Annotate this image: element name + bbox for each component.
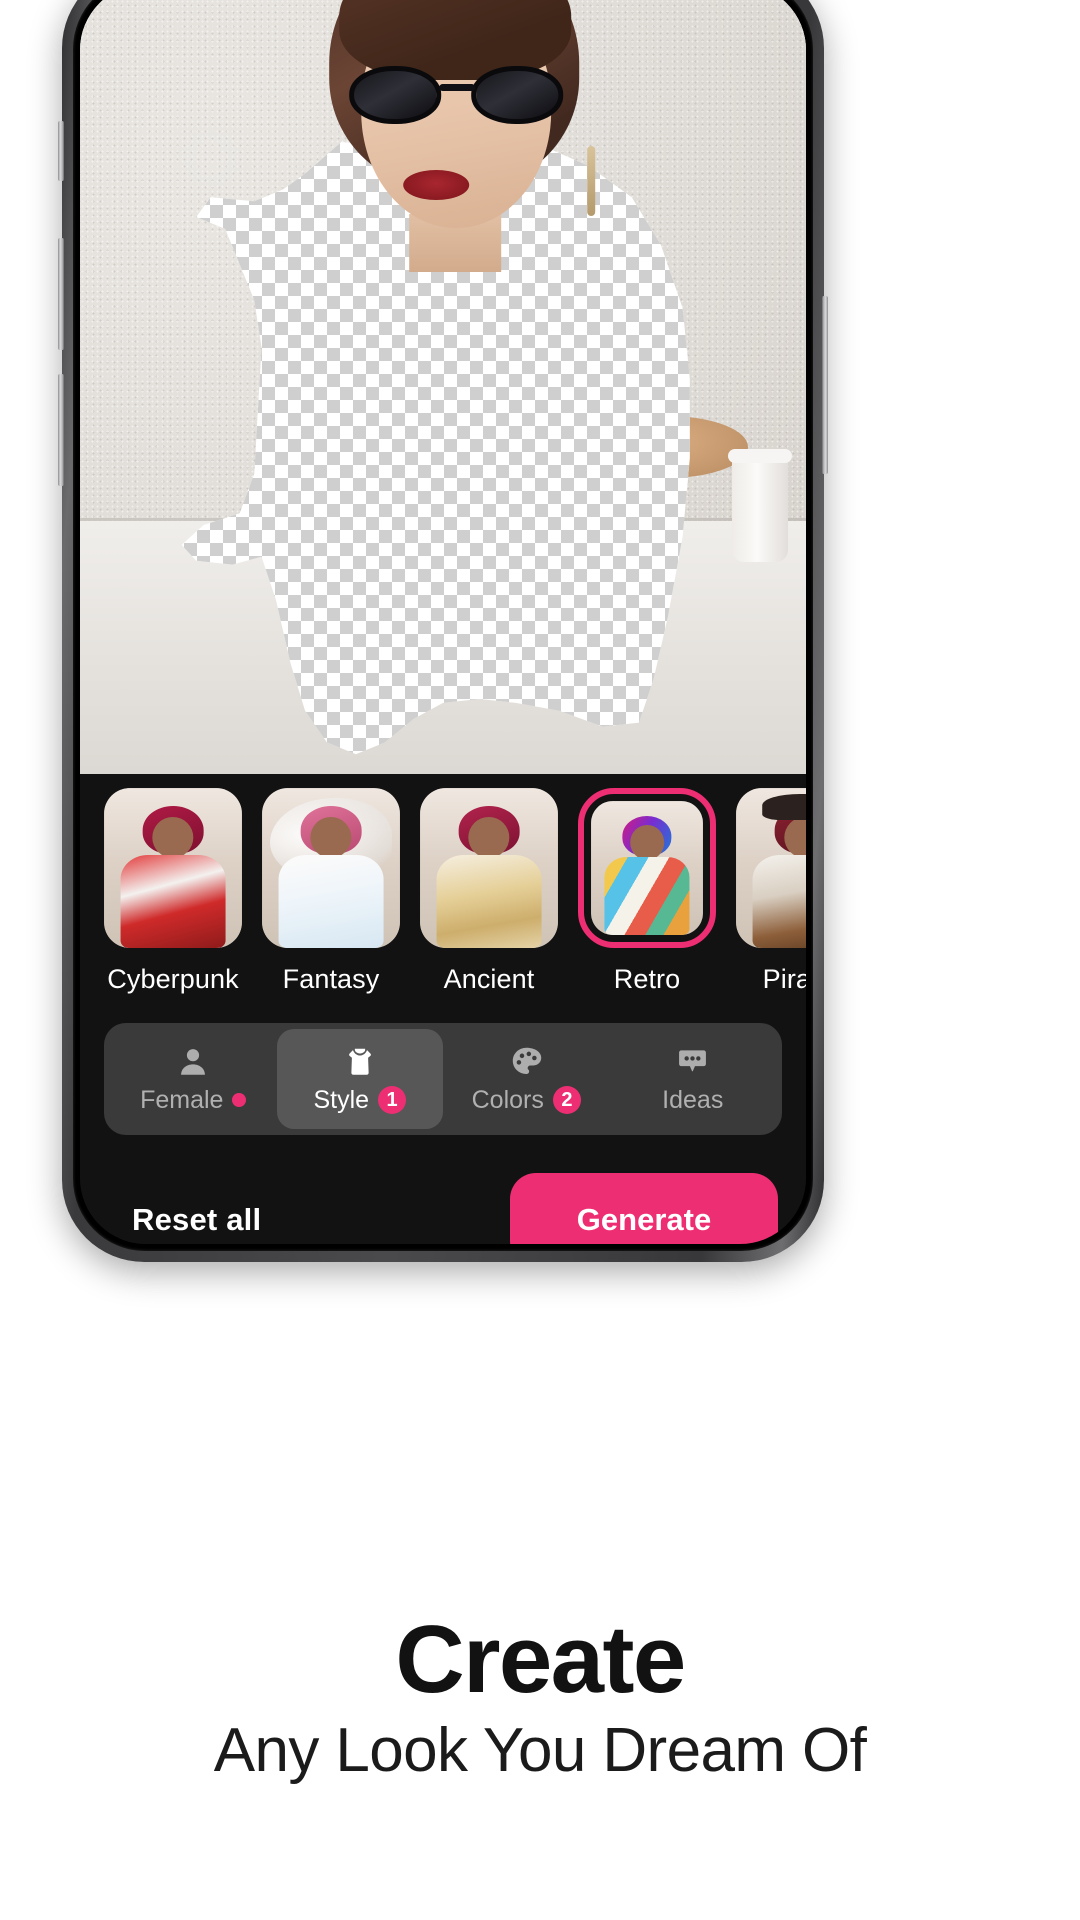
mute-switch-button[interactable] (58, 121, 64, 181)
phone-device-frame: Cyberpunk Fantasy Ancient Retro Pira Fem… (58, 0, 828, 1262)
style-thumbnail-image (591, 801, 703, 935)
tab-badge-count: 1 (378, 1086, 407, 1114)
editor-control-panel: Cyberpunk Fantasy Ancient Retro Pira Fem… (80, 774, 806, 1244)
cup-prop (728, 449, 792, 562)
style-option-pirates[interactable]: Pirates (736, 788, 806, 995)
style-thumbnail-image (104, 788, 242, 948)
tab-status-dot (232, 1093, 247, 1107)
tab-label: Colors (471, 1085, 544, 1114)
volume-down-button[interactable] (58, 374, 64, 486)
style-option-fantasy[interactable]: Fantasy (262, 788, 400, 995)
palette-icon (509, 1044, 544, 1080)
lips (403, 170, 470, 200)
action-row: Reset all Generate (80, 1135, 806, 1244)
marketing-copy: Create Any Look You Dream Of (0, 1606, 1080, 1785)
tab-ideas[interactable]: Ideas (610, 1029, 777, 1129)
tab-label: Style (313, 1085, 370, 1114)
photo-canvas[interactable] (80, 0, 806, 774)
left-lens (349, 66, 442, 124)
style-option-ancient[interactable]: Ancient (420, 788, 558, 995)
style-option-label: Fantasy (282, 964, 380, 994)
tshirt-icon (342, 1044, 378, 1080)
subheadline: Any Look You Dream Of (213, 1715, 867, 1785)
headline: Create (395, 1606, 686, 1713)
generate-button[interactable]: Generate (510, 1173, 778, 1244)
right-lens (471, 66, 564, 124)
style-thumbnail-image (736, 788, 806, 948)
tab-label: Ideas (662, 1085, 724, 1114)
tab-female[interactable]: Female (110, 1029, 277, 1129)
person-icon (176, 1044, 210, 1080)
style-thumbnail-frame[interactable] (104, 788, 242, 948)
style-option-label: Retro (613, 964, 681, 994)
style-thumbnail-frame[interactable] (420, 788, 558, 948)
phone-screen: Cyberpunk Fantasy Ancient Retro Pira Fem… (80, 0, 806, 1244)
style-option-label: Cyberpunk (107, 964, 239, 994)
style-thumbnail-frame[interactable] (736, 788, 806, 948)
earring (587, 146, 596, 216)
volume-up-button[interactable] (58, 238, 64, 350)
reset-all-button[interactable]: Reset all (132, 1202, 261, 1238)
style-thumbnail-image (262, 788, 400, 948)
tab-label: Female (140, 1085, 224, 1114)
screenshot-stage: Cyberpunk Fantasy Ancient Retro Pira Fem… (0, 0, 1080, 1920)
editor-tabbar: Female Style 1 Colors 2 Ideas (104, 1023, 782, 1135)
style-option-retro[interactable]: Retro (578, 788, 716, 995)
sunglasses-icon (349, 66, 564, 126)
tab-colors[interactable]: Colors 2 (443, 1029, 610, 1129)
power-button[interactable] (822, 296, 828, 474)
style-thumbnail-frame[interactable] (262, 788, 400, 948)
style-thumbnail-image (420, 788, 558, 948)
style-option-label: Pirates (762, 964, 806, 994)
style-option-cyberpunk[interactable]: Cyberpunk (104, 788, 242, 995)
tab-style[interactable]: Style 1 (276, 1029, 443, 1129)
model-portrait (291, 0, 621, 278)
tab-badge-count: 2 (552, 1086, 581, 1114)
style-thumbnail-frame-selected[interactable] (578, 788, 716, 948)
style-carousel[interactable]: Cyberpunk Fantasy Ancient Retro Pira (80, 788, 806, 995)
phone-bezel: Cyberpunk Fantasy Ancient Retro Pira Fem… (73, 0, 813, 1251)
style-option-label: Ancient (443, 964, 535, 994)
glasses-bridge (439, 84, 476, 91)
speech-bubble-icon (675, 1044, 710, 1080)
